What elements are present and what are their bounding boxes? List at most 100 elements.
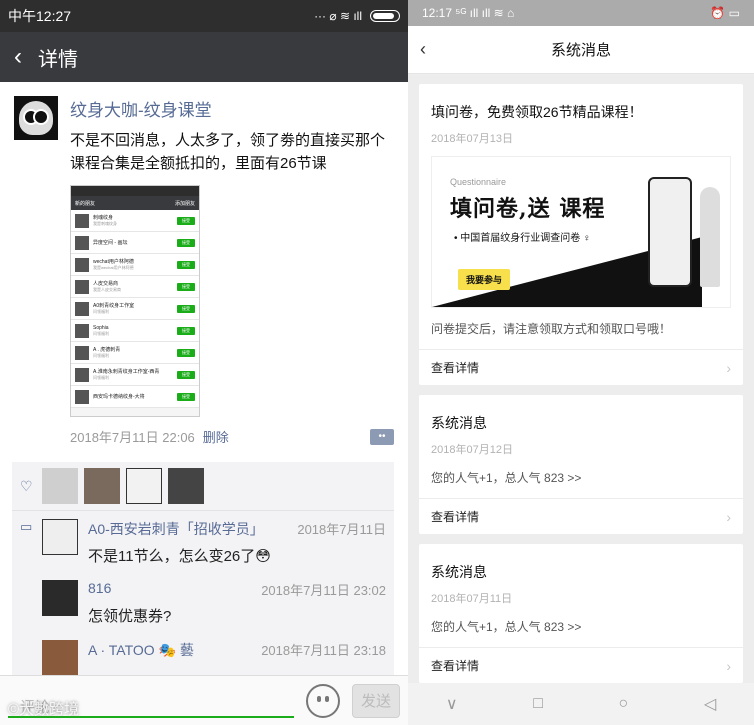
- image-accept-button: 接受: [177, 304, 195, 313]
- image-friend-name: 人皮交易商: [93, 281, 119, 287]
- post-text: 不是不回消息，人太多了，领了劵的直接买那个课程合集是全额抵扣的，里面有26节课: [70, 132, 386, 172]
- image-friend-text: 西安玛卡德纳纹身-大将: [93, 393, 177, 400]
- like-avatar[interactable]: [168, 468, 204, 504]
- image-accept-button: 接受: [177, 216, 195, 225]
- image-friend-sub: 问领福利: [93, 353, 109, 358]
- image-friend-name: 西安玛卡德纳纹身-大将: [93, 394, 145, 400]
- page-title: 系统消息: [550, 42, 611, 59]
- owl-icon: [19, 101, 53, 135]
- like-avatar[interactable]: [126, 468, 162, 504]
- comment-item: ▭ 816 2018年7月11日 23:02 怎领优惠券?: [12, 572, 394, 632]
- questionnaire-banner[interactable]: Questionnaire 填问卷,送 课程 • 中国首届纹身行业调查问卷 ♀ …: [431, 156, 731, 308]
- phone-illustration: [648, 177, 692, 287]
- heart-icon: ♡: [20, 477, 33, 494]
- card-date: 2018年07月13日: [431, 133, 513, 145]
- emoji-icon[interactable]: [306, 683, 340, 718]
- nav-collapse-icon[interactable]: ∨: [446, 694, 458, 714]
- back-arrow-icon[interactable]: ‹: [420, 39, 426, 60]
- commenter-avatar[interactable]: [42, 640, 78, 676]
- image-friend-avatar: [75, 345, 89, 360]
- image-friend-avatar: [75, 301, 89, 316]
- image-friend-text: 人皮交易商 我是人皮交易商: [93, 280, 177, 293]
- comment-head: A · TATOO 🎭 藝 2018年7月11日 23:18: [88, 640, 386, 660]
- view-details-label: 查看详情: [431, 510, 480, 524]
- image-friend-text: A.淮南永刺青纹身工作室-西青 问领福利: [93, 368, 177, 381]
- comment-head: 816 2018年7月11日 23:02: [88, 580, 386, 599]
- card-date: 2018年07月12日: [431, 444, 513, 456]
- chevron-right-icon: ›: [726, 508, 731, 525]
- comment-more-icon[interactable]: ••: [370, 428, 394, 445]
- author-avatar[interactable]: [14, 96, 58, 140]
- image-accept-button: 接受: [177, 348, 195, 357]
- comment-text[interactable]: 怎领优惠券?: [88, 605, 386, 626]
- comment-text[interactable]: 不是11节么，怎么变26了😳: [88, 545, 386, 566]
- comment-body: 816 2018年7月11日 23:02 怎领优惠券?: [88, 580, 386, 626]
- commenter-name[interactable]: A0-西安岩刺青「招收学员」: [88, 519, 264, 539]
- image-accept-button: 接受: [177, 370, 195, 379]
- author-name[interactable]: 纹身大咖-纹身课堂: [70, 96, 394, 121]
- send-button[interactable]: 发送: [352, 683, 400, 718]
- image-accept-button: 接受: [177, 392, 195, 401]
- post-image[interactable]: 新的朋友 添加朋友 刺魂纹身 我是刺魂纹身 接受 异度空间 - 画坛 接受 wechat用…: [70, 185, 200, 417]
- card-text[interactable]: 您的人气+1，总人气 823 >>: [431, 469, 731, 498]
- image-friend-text: A0刺青纹身工作室 问领福利: [93, 302, 177, 315]
- image-friend-text: Sophia 问领福利: [93, 325, 177, 337]
- image-friend-list: 刺魂纹身 我是刺魂纹身 接受 异度空间 - 画坛 接受 wechat用户林阿德 我是wech…: [71, 210, 199, 408]
- image-friend-name: 刺魂纹身: [93, 215, 114, 221]
- view-details-link[interactable]: 查看详情 ›: [419, 647, 743, 683]
- post-meta: 2018年7月11日 22:06 删除 ••: [70, 427, 394, 446]
- image-friend-name: A.淮南永刺青纹身工作室-西青: [93, 369, 160, 375]
- image-accept-button: 接受: [177, 326, 195, 335]
- image-friend-text: 刺魂纹身 我是刺魂纹身: [93, 214, 177, 227]
- card-title: 系统消息: [431, 415, 487, 431]
- card-title: 填问卷，免费领取26节精品课程！: [431, 104, 643, 120]
- image-header-action: 添加朋友: [174, 200, 195, 207]
- status-time: 中午12:27: [8, 8, 72, 24]
- image-friend-row: A . 虎德刺青 问领福利 接受: [71, 342, 199, 364]
- commenter-avatar[interactable]: [42, 519, 78, 555]
- delete-link[interactable]: 删除: [203, 427, 229, 446]
- banner-label: Questionnaire: [450, 177, 507, 187]
- moments-post: 纹身大咖-纹身课堂 不是不回消息，人太多了，领了劵的直接买那个课程合集是全额抵扣…: [0, 82, 408, 446]
- commenter-name[interactable]: 816: [88, 580, 111, 599]
- nav-back-icon[interactable]: ◁: [704, 694, 716, 714]
- image-friend-avatar: [75, 279, 89, 294]
- status-bar: 12:17 ⁵ᴳ ıll ıll ≋ ⌂ ⏰ ▭: [408, 0, 754, 26]
- comment-item: ▭ A0-西安岩刺青「招收学员」 2018年7月11日 不是11节么，怎么变26…: [12, 511, 394, 572]
- join-button[interactable]: 我要参与: [458, 269, 511, 290]
- image-friend-row: Sophia 问领福利 接受: [71, 320, 199, 342]
- image-friend-row: 西安玛卡德纳纹身-大将 接受: [71, 386, 199, 408]
- like-avatar[interactable]: [84, 468, 120, 504]
- view-details-link[interactable]: 查看详情 ›: [419, 349, 743, 385]
- commenter-avatar[interactable]: [42, 580, 78, 616]
- image-friend-avatar: [75, 235, 89, 250]
- comment-body: A0-西安岩刺青「招收学员」 2018年7月11日 不是11节么，怎么变26了😳: [88, 519, 386, 566]
- image-friend-row: A.淮南永刺青纹身工作室-西青 问领福利 接受: [71, 364, 199, 386]
- chevron-right-icon: ›: [726, 359, 731, 376]
- status-time: 12:17 ⁵ᴳ ıll ıll ≋ ⌂: [422, 6, 515, 20]
- comment-time: 2018年7月11日 23:18: [261, 643, 386, 658]
- card-content: 系统消息 2018年07月11日 您的人气+1，总人气 823 >>: [419, 544, 743, 647]
- image-friend-text: wechat用户林阿德 我是wechat用户林阿德: [93, 258, 177, 271]
- image-friend-name: A0刺青纹身工作室: [93, 303, 135, 309]
- watermark: ©大數跨境: [8, 701, 80, 718]
- commenter-name[interactable]: A · TATOO 🎭 藝: [88, 640, 194, 660]
- nav-home-icon[interactable]: ○: [619, 695, 629, 713]
- image-friend-row: A0刺青纹身工作室 问领福利 接受: [71, 298, 199, 320]
- card-text[interactable]: 您的人气+1，总人气 823 >>: [431, 618, 731, 647]
- post-body: 纹身大咖-纹身课堂 不是不回消息，人太多了，领了劵的直接买那个课程合集是全额抵扣…: [70, 96, 394, 446]
- left-screen: 中午12:27 ··· ⌀ ≋ ıll ‹ 详情 纹身大咖-纹身课堂 不是不回消…: [0, 0, 408, 725]
- image-friend-sub: 我是wechat用户林阿德: [93, 265, 134, 270]
- comment-body: A · TATOO 🎭 藝 2018年7月11日 23:18: [88, 640, 386, 676]
- android-nav-bar: ∨ □ ○ ◁: [408, 683, 754, 725]
- like-avatar[interactable]: [42, 468, 78, 504]
- image-friend-avatar: [75, 389, 89, 404]
- image-friend-sub: 我是刺魂纹身: [93, 221, 117, 226]
- nav-header: ‹ 详情: [0, 32, 408, 82]
- banner-headline: 填问卷,送 课程: [450, 196, 606, 222]
- image-friend-avatar: [75, 323, 89, 338]
- status-icons: ··· ⌀ ≋ ıll: [314, 9, 400, 23]
- view-details-link[interactable]: 查看详情 ›: [419, 498, 743, 534]
- back-arrow-icon[interactable]: ‹: [14, 43, 22, 71]
- nav-recents-icon[interactable]: □: [533, 695, 543, 713]
